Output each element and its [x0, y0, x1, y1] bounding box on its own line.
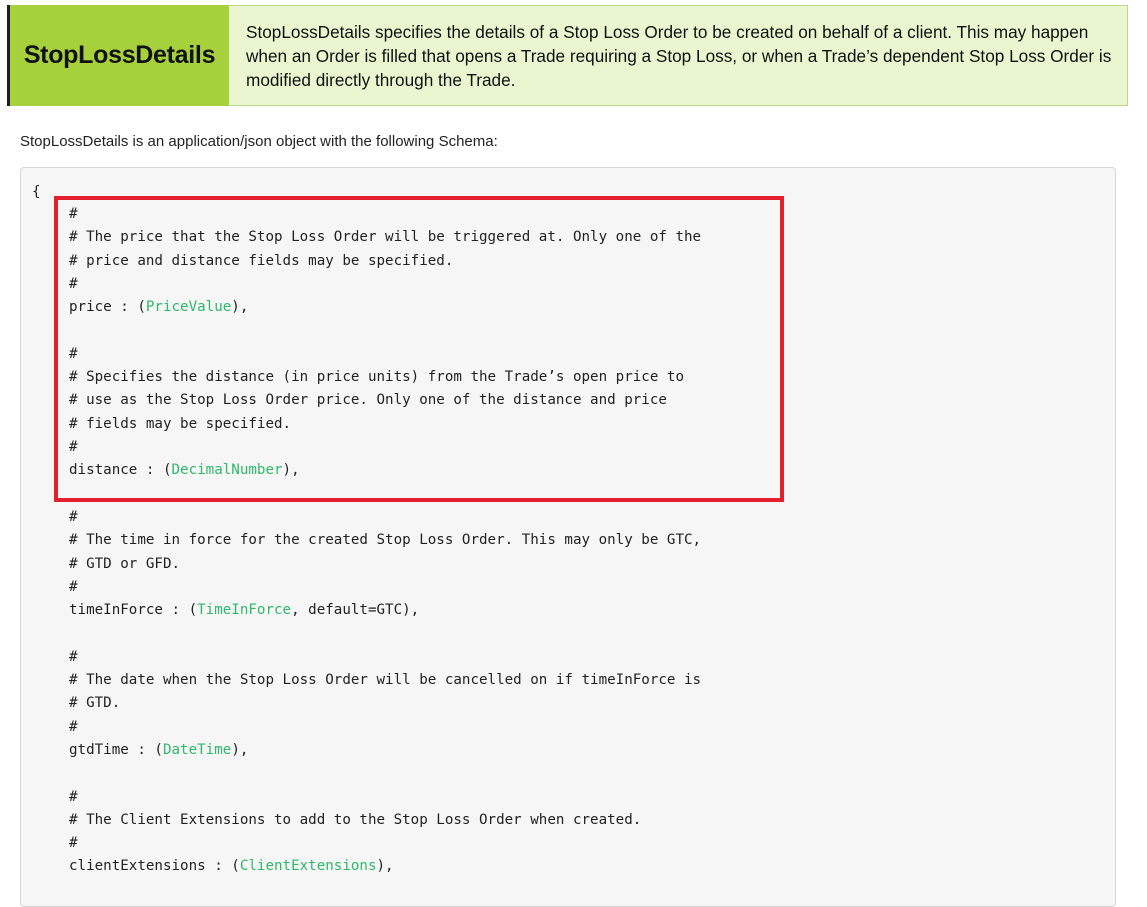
- code-field-declaration: gtdTime : (DateTime),: [69, 741, 248, 759]
- code-field-declaration: clientExtensions : (ClientExtensions),: [69, 857, 394, 875]
- code-comment-line: # GTD.: [69, 695, 121, 712]
- definition-header: StopLossDetails StopLossDetails specifie…: [7, 5, 1128, 106]
- field-name: timeInForce : (: [69, 602, 198, 619]
- field-suffix: , default=GTC),: [291, 602, 420, 619]
- code-comment-line: #: [69, 835, 78, 852]
- code-comment-line: # GTD or GFD.: [69, 555, 181, 572]
- field-type-link[interactable]: ClientExtensions: [240, 858, 377, 874]
- field-name: clientExtensions : (: [69, 858, 240, 875]
- field-suffix: ),: [376, 858, 394, 875]
- code-comment-line: # The date when the Stop Loss Order will…: [69, 672, 702, 688]
- code-comment-line: # The Client Extensions to add to the St…: [69, 811, 642, 828]
- field-name: gtdTime : (: [69, 741, 163, 758]
- code-comment-line: # The time in force for the created Stop…: [69, 532, 702, 549]
- type-name-title: StopLossDetails: [7, 5, 229, 106]
- highlight-annotation-box: [54, 196, 784, 502]
- code-field-declaration: timeInForce : (TimeInForce, default=GTC)…: [69, 601, 419, 619]
- code-comment-line: #: [69, 718, 78, 735]
- code-open-brace: {: [32, 184, 41, 200]
- code-comment-line: #: [69, 788, 78, 805]
- code-comment-line: #: [69, 508, 78, 525]
- code-comment-line: #: [69, 578, 78, 595]
- field-type-link[interactable]: TimeInForce: [197, 602, 291, 618]
- type-description: StopLossDetails specifies the details of…: [229, 5, 1128, 106]
- field-suffix: ),: [231, 741, 249, 758]
- field-type-link[interactable]: DateTime: [163, 742, 231, 758]
- code-comment-line: #: [69, 648, 78, 665]
- schema-intro-text: StopLossDetails is an application/json o…: [20, 133, 498, 150]
